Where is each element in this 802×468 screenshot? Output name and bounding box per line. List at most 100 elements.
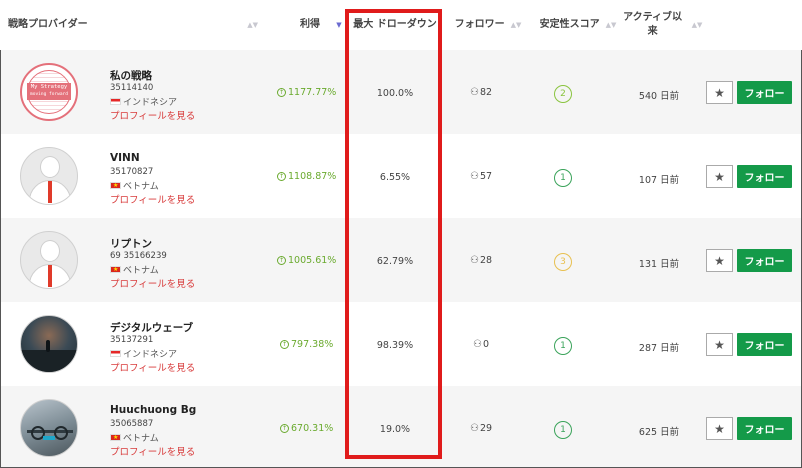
column-stability-label: 安定性スコア <box>539 19 600 30</box>
sort-icon[interactable]: ▲▼ <box>692 18 703 32</box>
star-icon: ★ <box>714 253 725 268</box>
star-icon: ★ <box>714 85 725 100</box>
profit-value: ↑ 1005.61% <box>277 255 336 266</box>
followers-text: 0 <box>482 339 490 350</box>
country-label: ベトナム <box>123 182 159 192</box>
column-max-drawdown[interactable]: 最大 ドローダウン <box>350 0 440 50</box>
user-icon: ⚇ <box>473 339 482 350</box>
follow-button[interactable]: フォロー <box>737 417 792 440</box>
avatar-logo-text: My Strategy <box>30 84 68 90</box>
arrow-up-icon: ↑ <box>277 256 286 265</box>
country-label: インドネシア <box>123 350 178 360</box>
column-provider[interactable]: 戦略プロバイダー ▲▼ <box>8 0 258 50</box>
table-row: VINN 35170827 ベトナム プロフィールを見る ↑1108.87% 6… <box>1 134 801 218</box>
vietnam-flag-icon <box>110 434 121 442</box>
account-number: 35065887 <box>110 419 154 429</box>
view-profile-link[interactable]: プロフィールを見る <box>110 360 195 374</box>
avatar <box>20 231 78 289</box>
profit-text: 670.31% <box>291 423 334 434</box>
indonesia-flag-icon <box>110 98 121 105</box>
arrow-up-icon: ↑ <box>280 340 289 349</box>
provider-country: ベトナム <box>110 263 159 276</box>
user-icon: ⚇ <box>470 255 479 266</box>
favorite-star-button[interactable]: ★ <box>706 417 733 440</box>
table-row: デジタルウェーブ 35137291 インドネシア プロフィールを見る ↑ 797.… <box>1 302 801 386</box>
profit-text: 1108.87% <box>288 171 337 182</box>
provider-country: ベトナム <box>110 431 159 444</box>
star-icon: ★ <box>714 421 725 436</box>
profit-text: 1177.77% <box>288 87 337 98</box>
max-drawdown-value: 98.39% <box>376 340 414 351</box>
followers-count: ⚇ 29 <box>470 423 492 434</box>
sort-icon[interactable]: ▲▼ <box>247 18 258 32</box>
user-icon: ⚇ <box>470 87 479 98</box>
max-drawdown-value: 62.79% <box>376 256 414 267</box>
followers-text: 82 <box>479 87 493 98</box>
avatar <box>20 315 78 373</box>
profit-value: ↑ 670.31% <box>280 423 333 434</box>
profit-text: 797.38% <box>291 339 334 350</box>
sort-desc-icon[interactable]: ▼ <box>333 0 345 50</box>
profit-text: 1005.61% <box>288 255 337 266</box>
arrow-up-icon: ↑ <box>280 424 289 433</box>
favorite-star-button[interactable]: ★ <box>706 81 733 104</box>
view-profile-link[interactable]: プロフィールを見る <box>110 192 195 206</box>
favorite-star-button[interactable]: ★ <box>706 165 733 188</box>
profit-value: ↑ 797.38% <box>280 339 333 350</box>
provider-name: Huuchuong Bg <box>110 404 197 416</box>
country-label: ベトナム <box>123 266 159 276</box>
active-since-value: 107 日前 <box>638 175 680 186</box>
followers-text: 57 <box>479 171 493 182</box>
arrow-up-icon: ↑ <box>277 172 286 181</box>
account-number: 35114140 <box>110 83 154 93</box>
view-profile-link[interactable]: プロフィールを見る <box>110 444 195 458</box>
sort-icon[interactable]: ▲▼ <box>511 18 522 32</box>
stability-score-badge: 1 <box>554 169 572 187</box>
column-profit-label: 利得 <box>300 19 320 30</box>
table-header: 戦略プロバイダー ▲▼ 利得 ▼ 最大 ドローダウン フォロワー ▲▼ 安定性ス… <box>0 0 802 50</box>
view-profile-link[interactable]: プロフィールを見る <box>110 276 195 290</box>
followers-text: 28 <box>479 255 493 266</box>
stability-score-badge: 3 <box>554 253 572 271</box>
column-max-drawdown-label: 最大 ドローダウン <box>353 19 437 30</box>
column-provider-label: 戦略プロバイダー <box>8 19 88 30</box>
star-icon: ★ <box>714 337 725 352</box>
follow-button[interactable]: フォロー <box>737 81 792 104</box>
country-label: インドネシア <box>123 98 178 108</box>
active-since-value: 287 日前 <box>638 343 680 354</box>
column-followers[interactable]: フォロワー ▲▼ <box>448 0 528 50</box>
favorite-star-button[interactable]: ★ <box>706 333 733 356</box>
column-stability[interactable]: 安定性スコア ▲▼ <box>528 0 628 50</box>
user-icon: ⚇ <box>470 171 479 182</box>
sort-icon[interactable]: ▲▼ <box>606 18 617 32</box>
active-since-value: 131 日前 <box>638 259 680 270</box>
column-followers-label: フォロワー <box>454 19 505 30</box>
view-profile-link[interactable]: プロフィールを見る <box>110 108 195 122</box>
vietnam-flag-icon <box>110 266 121 274</box>
table-row: リプトン 69 35166239 ベトナム プロフィールを見る ↑1005.61… <box>1 218 801 302</box>
avatar: My Strategy moving forward <box>20 63 78 121</box>
favorite-star-button[interactable]: ★ <box>706 249 733 272</box>
max-drawdown-value: 100.0% <box>376 88 414 99</box>
table-row: My Strategy moving forward 私の戦略 35114140… <box>1 50 801 134</box>
column-active[interactable]: アクティブ以来 ▲▼ <box>616 0 706 50</box>
follow-button[interactable]: フォロー <box>737 249 792 272</box>
provider-name: デジタルウェーブ <box>110 322 194 334</box>
arrow-up-icon: ↑ <box>277 88 286 97</box>
active-since-value: 625 日前 <box>638 427 680 438</box>
followers-text: 29 <box>479 423 493 434</box>
followers-count: ⚇ 28 <box>470 255 492 266</box>
stability-score-badge: 1 <box>554 421 572 439</box>
account-number: 35137291 <box>110 335 154 345</box>
user-icon: ⚇ <box>470 423 479 434</box>
provider-country: ベトナム <box>110 179 159 192</box>
provider-country: インドネシア <box>110 95 177 108</box>
indonesia-flag-icon <box>110 350 121 357</box>
avatar-logo-subtext: moving forward <box>30 92 68 97</box>
follow-button[interactable]: フォロー <box>737 333 792 356</box>
follow-button[interactable]: フォロー <box>737 165 792 188</box>
avatar <box>20 147 78 205</box>
stability-score-badge: 2 <box>554 85 572 103</box>
account-number: 35170827 <box>110 167 154 177</box>
table-row: Huuchuong Bg 35065887 ベトナム プロフィールを見る ↑67… <box>1 386 801 467</box>
